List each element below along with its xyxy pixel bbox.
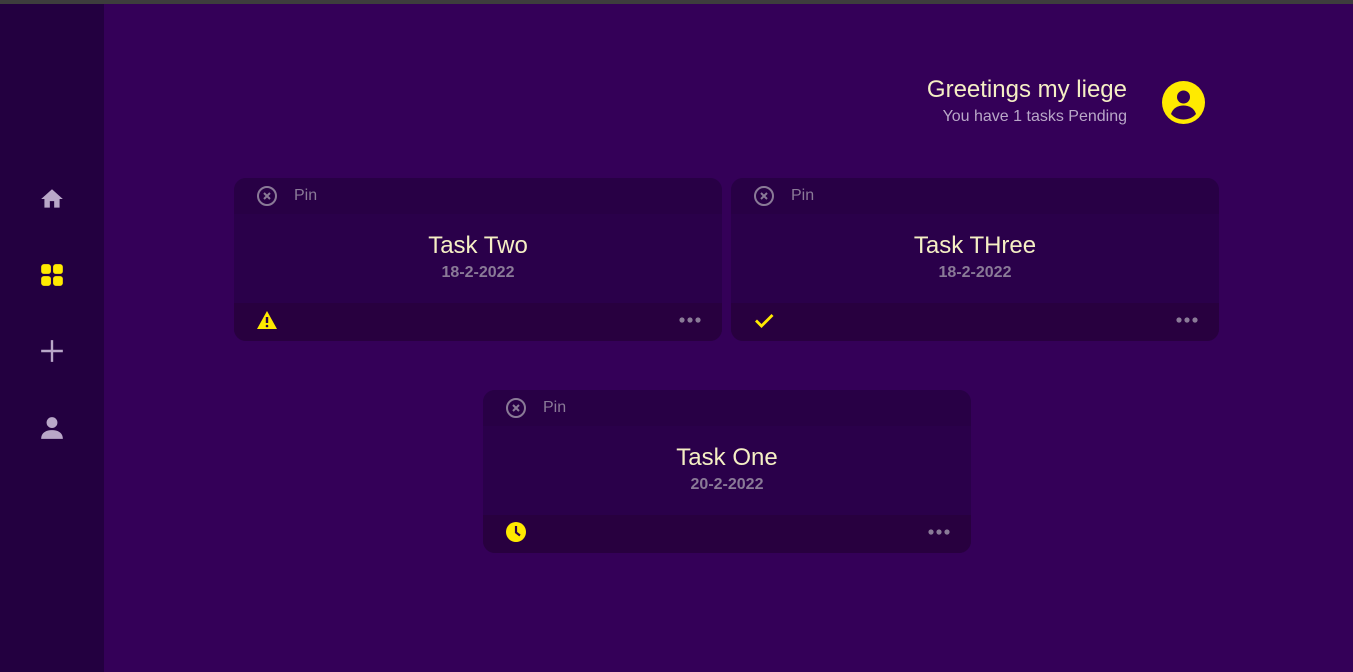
sidebar-item-add[interactable] [27,326,77,376]
task-date: 20-2-2022 [690,476,764,493]
remove-circle-icon[interactable] [505,397,527,419]
task-card-header: Pin [234,178,722,214]
task-card-header: Pin [483,390,971,426]
task-card-footer [731,303,1219,341]
sidebar [0,4,104,672]
task-title: Task One [676,444,778,471]
task-card-body: Task Two 18-2-2022 [234,214,722,303]
person-icon [41,417,63,439]
main-content: Greetings my liege You have 1 tasks Pend… [104,4,1353,672]
pin-button[interactable]: Pin [294,187,317,205]
task-card-body: Task One 20-2-2022 [483,426,971,515]
task-title: Task THree [913,232,1037,259]
clock-icon [505,521,527,543]
task-card-header: Pin [731,178,1219,214]
account-circle-icon [1171,90,1196,120]
sidebar-item-home[interactable] [27,174,77,224]
task-card-footer [234,303,722,341]
home-icon [41,189,63,208]
dashboard-icon [41,264,63,286]
task-date: 18-2-2022 [441,264,515,281]
task-card[interactable]: Pin Task THree 18-2-2022 [731,178,1219,341]
task-date: 18-2-2022 [938,264,1012,281]
task-card-body: Task THree 18-2-2022 [731,214,1219,303]
greeting: Greetings my liege You have 1 tasks Pend… [927,76,1127,127]
warning-icon [256,309,278,331]
more-options-icon[interactable] [1175,309,1199,331]
more-options-icon[interactable] [927,521,951,543]
pin-button[interactable]: Pin [791,187,814,205]
plus-icon [41,340,63,362]
pending-tasks-count: You have 1 tasks Pending [942,108,1127,125]
remove-circle-icon[interactable] [753,185,775,207]
avatar[interactable] [1162,81,1205,124]
sidebar-item-dashboard[interactable] [27,250,77,300]
greeting-title: Greetings my liege [926,76,1127,103]
task-card[interactable]: Pin Task Two 18-2-2022 [234,178,722,341]
check-icon [753,309,775,331]
task-title: Task Two [428,232,528,259]
remove-circle-icon[interactable] [256,185,278,207]
sidebar-item-profile[interactable] [27,403,77,453]
more-options-icon[interactable] [678,309,702,331]
pin-button[interactable]: Pin [543,399,566,417]
task-card[interactable]: Pin Task One 20-2-2022 [483,390,971,553]
task-card-footer [483,515,971,553]
